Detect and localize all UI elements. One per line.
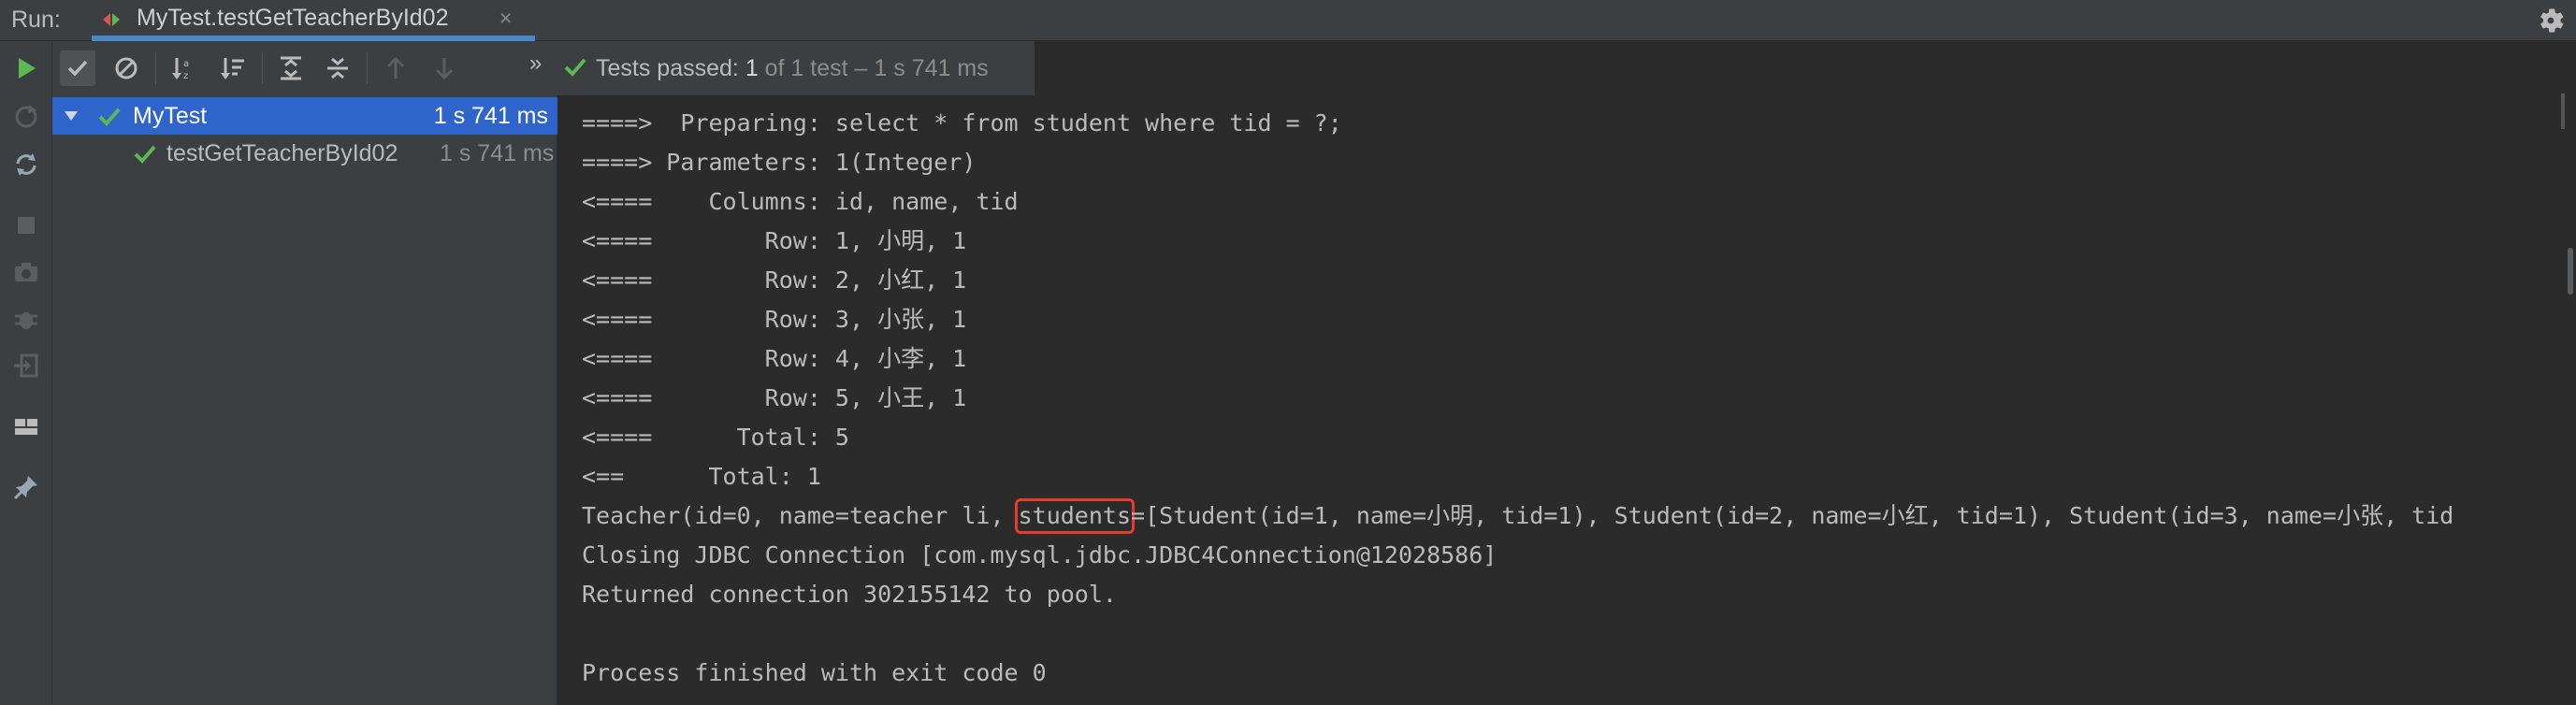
chevron-down-icon[interactable] [64,108,79,123]
console-line: <==== Row: 1, 小明, 1 [582,227,967,254]
previous-failed-button [378,50,413,86]
toolbar-separator [155,52,156,84]
console-scroll-thumb[interactable] [2568,248,2573,295]
tests-status: Tests passed: 1 of 1 test – 1 s 741 ms [562,41,989,95]
console-line: <==== Row: 4, 小李, 1 [582,345,967,372]
toggle-auto-test-icon[interactable] [12,151,40,179]
show-passed-button[interactable] [60,50,95,86]
arrow-up-icon [386,56,405,79]
console-line: Returned connection 302155142 to pool. [582,581,1117,608]
check-icon [564,59,586,78]
console-line: Process finished with exit code 0 [582,659,1047,686]
test-run-config-icon [103,13,120,26]
console-line: ====> Preparing: select * from student w… [582,109,1342,137]
more-actions-chevron-icon[interactable]: » [529,50,542,77]
console-vertical-scrollbar[interactable] [2565,95,2576,705]
run-tool-window-header: Run: MyTest.testGetTeacherById02 × [0,0,2576,41]
layout-icon[interactable] [12,412,40,440]
tests-passed-count: 1 [745,55,759,81]
tree-item-mytest[interactable]: MyTest 1 s 741 ms [52,97,557,135]
run-label: Run: [11,7,61,33]
students-highlight-box: students [1014,498,1136,534]
run-side-toolbar [0,41,52,705]
tree-item-time: 1 s 741 ms [433,103,548,129]
tree-item-time: 1 s 741 ms [440,140,555,166]
console-line: <==== Row: 3, 小张, 1 [582,306,967,333]
ignored-icon [115,57,137,79]
gear-icon[interactable] [2535,5,2567,36]
console-line: <==== Row: 2, 小红, 1 [582,266,967,294]
sort-alpha-icon: a z [172,58,189,81]
expand-all-icon [281,56,301,80]
console-output[interactable]: ====> Preparing: select * from student w… [557,95,2565,705]
import-icon [14,353,38,378]
svg-text:a: a [183,59,189,69]
show-ignored-button[interactable] [109,50,144,86]
sort-duration-icon [221,58,244,79]
console-line: <==== Total: 5 [582,424,849,451]
check-icon [134,145,156,164]
check-icon [67,60,88,77]
debug-icon [15,312,37,329]
sort-by-duration-button[interactable] [215,50,251,86]
console-line: <==== Row: 5, 小王, 1 [582,384,967,411]
collapse-all-icon [327,57,348,79]
tests-passed-label: Tests passed: [596,55,745,81]
tree-item-testgetteacherbyid02[interactable]: testGetTeacherById02 1 s 741 ms [52,135,557,172]
console-line: Closing JDBC Connection [com.mysql.jdbc.… [582,541,1498,568]
toolbar-separator [262,52,263,84]
console-line: ====> Parameters: 1(Integer) [582,149,977,176]
check-icon [98,108,121,126]
teacher-line-suffix: =[Student(id=1, name=小明, tid=1), Student… [1131,502,2454,529]
test-tree: MyTest 1 s 741 ms testGetTeacherById02 1… [52,95,557,705]
console-line-teacher: Teacher(id=0, name=teacher li, students=… [582,496,2453,536]
sort-alphabetically-button[interactable]: a z [166,50,202,86]
pin-icon[interactable] [12,473,40,501]
toolbar-separator [367,52,368,84]
run-config-tab[interactable]: MyTest.testGetTeacherById02 × [92,0,535,41]
test-runner-toolbar: a z » Tests passed: 1 of 1 test – 1 s 74… [52,41,1035,95]
console-line: <==== Columns: id, name, tid [582,188,1019,215]
camera-icon [15,263,37,281]
tests-status-detail: of 1 test – 1 s 741 ms [758,55,989,81]
console-line: <== Total: 1 [582,463,821,490]
expand-all-button[interactable] [273,50,309,86]
svg-text:z: z [183,71,188,81]
stop-icon [18,217,35,234]
next-failed-button [427,50,462,86]
tree-item-label: MyTest [133,103,208,129]
close-tab-icon[interactable]: × [499,0,512,36]
run-tab-title: MyTest.testGetTeacherById02 [137,5,449,31]
arrow-down-icon [435,58,454,80]
collapse-all-button[interactable] [320,50,355,86]
teacher-line-prefix: Teacher(id=0, name=teacher li, [582,502,1019,529]
rerun-icon[interactable] [12,54,40,82]
console-scroll-marker [2561,94,2565,129]
tree-item-label: testGetTeacherById02 [166,140,398,166]
rerun-failed-icon [15,105,37,128]
